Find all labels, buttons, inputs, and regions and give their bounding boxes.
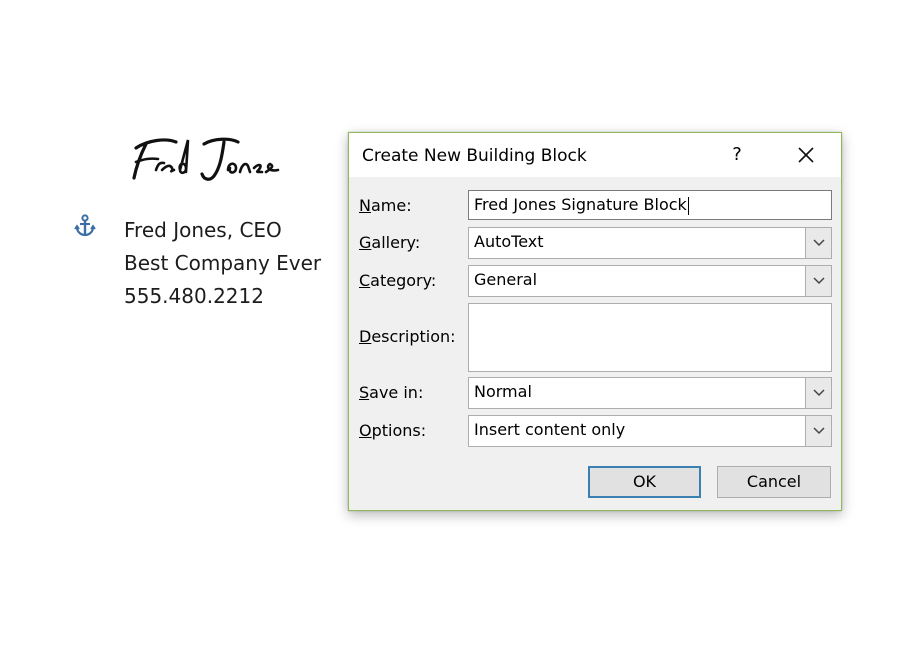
category-label: Category: [359, 271, 437, 290]
gallery-dropdown-button[interactable] [805, 228, 831, 258]
gallery-label: Gallery: [359, 233, 421, 252]
create-building-block-dialog: Create New Building Block ? Name: Fred J… [348, 132, 842, 511]
category-dropdown-button[interactable] [805, 266, 831, 296]
cancel-button[interactable]: Cancel [717, 466, 831, 498]
save-in-select[interactable]: Normal [468, 377, 832, 409]
dialog-title: Create New Building Block [362, 146, 587, 166]
help-button[interactable]: ? [723, 142, 751, 168]
gallery-select[interactable]: AutoText [468, 227, 832, 259]
signature-text-block: Fred Jones, CEO Best Company Ever 555.48… [124, 214, 321, 313]
chevron-down-icon [813, 389, 825, 397]
name-input[interactable]: Fred Jones Signature Block [468, 190, 832, 220]
chevron-down-icon [813, 277, 825, 285]
signature-line-phone: 555.480.2212 [124, 284, 264, 308]
category-select[interactable]: General [468, 265, 832, 297]
chevron-down-icon [813, 427, 825, 435]
anchor-icon [74, 214, 96, 237]
description-label: Description: [359, 327, 456, 346]
ok-button[interactable]: OK [588, 466, 701, 498]
description-textarea[interactable] [468, 303, 832, 372]
options-label: Options: [359, 421, 427, 440]
options-dropdown-button[interactable] [805, 416, 831, 446]
signature-line-company: Best Company Ever [124, 251, 322, 275]
name-label: Name: [359, 196, 412, 215]
close-icon [798, 147, 814, 163]
signature-line-name: Fred Jones, CEO [124, 218, 282, 242]
signature-image [132, 137, 280, 181]
save-in-dropdown-button[interactable] [805, 378, 831, 408]
close-button[interactable] [790, 142, 822, 168]
dialog-titlebar: Create New Building Block ? [349, 133, 841, 177]
options-select[interactable]: Insert content only [468, 415, 832, 447]
chevron-down-icon [813, 239, 825, 247]
save-in-label: Save in: [359, 383, 424, 402]
